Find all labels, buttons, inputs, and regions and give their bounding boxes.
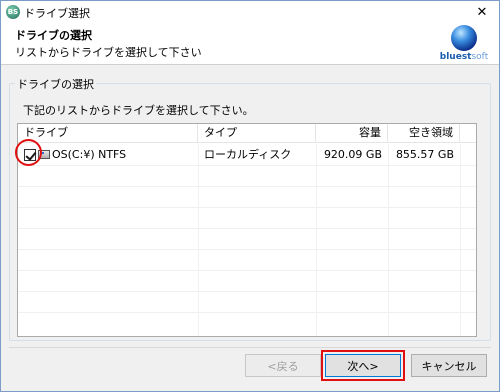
footer-separator (9, 347, 491, 348)
bluestsoft-logo: bluestsoft (437, 23, 491, 65)
row-gridline (18, 165, 476, 166)
window-title: ドライブ選択 (24, 7, 90, 20)
column-header-free-space[interactable]: 空き領域 (388, 124, 460, 143)
logo-sphere-icon (451, 25, 477, 51)
row-gridline (18, 312, 476, 313)
dialog-window: BS ドライブ選択 ✕ ドライブの選択 リストからドライブを選択して下さい bl… (0, 0, 500, 392)
header-subtitle: リストからドライブを選択して下さい (15, 46, 202, 59)
row-gridline (18, 249, 476, 250)
cancel-button[interactable]: キャンセル (411, 354, 487, 377)
drive-type: ローカルディスク (204, 148, 292, 161)
column-header-drive[interactable]: ドライブ (18, 124, 198, 143)
wizard-header: ドライブの選択 リストからドライブを選択して下さい bluestsoft (1, 23, 499, 65)
logo-text: bluestsoft (439, 52, 489, 62)
row-gridline (18, 291, 476, 292)
app-icon: BS (6, 5, 20, 19)
drive-list[interactable]: ドライブ タイプ 容量 空き領域 OS(C:¥) NTFS ローカルディスク 9… (17, 123, 477, 337)
drive-capacity: 920.09 GB (323, 148, 382, 161)
column-gridline (460, 144, 461, 336)
drive-cell: OS(C:¥) NTFS (24, 144, 196, 165)
row-gridline (18, 207, 476, 208)
row-gridline (18, 186, 476, 187)
annotation-circle (15, 139, 42, 166)
close-button[interactable]: ✕ (473, 3, 491, 21)
annotation-highlight-box (321, 350, 405, 381)
column-header-type[interactable]: タイプ (198, 124, 316, 143)
group-legend: ドライブの選択 (15, 76, 96, 92)
column-gridline (388, 144, 389, 336)
drive-name: OS(C:¥) NTFS (52, 148, 127, 161)
drive-free-space: 855.57 GB (395, 148, 454, 161)
column-gridline (316, 144, 317, 336)
title-bar: BS ドライブ選択 ✕ (1, 1, 499, 23)
table-row[interactable]: OS(C:¥) NTFS ローカルディスク 920.09 GB 855.57 G… (18, 144, 476, 165)
list-header: ドライブ タイプ 容量 空き領域 (18, 124, 476, 143)
row-gridline (18, 228, 476, 229)
column-gridline (198, 144, 199, 336)
instruction-text: 下記のリストからドライブを選択して下さい。 (23, 104, 254, 117)
column-header-capacity[interactable]: 容量 (316, 124, 388, 143)
row-gridline (18, 270, 476, 271)
header-title: ドライブの選択 (15, 29, 92, 42)
back-button[interactable]: <戻る (245, 354, 321, 377)
